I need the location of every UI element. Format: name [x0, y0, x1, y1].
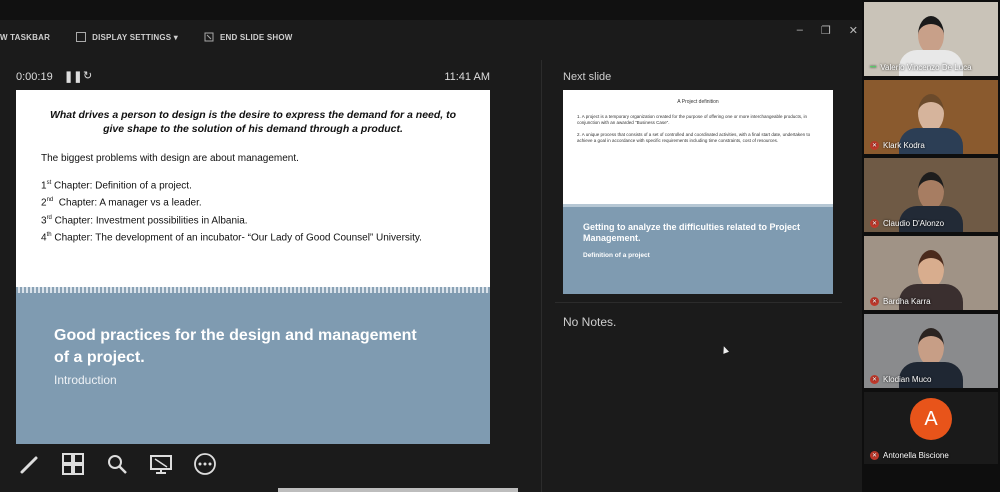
current-slide[interactable]: What drives a person to design is the de… — [16, 90, 490, 444]
clock: 11:41 AM — [444, 71, 490, 83]
timer-row: 0:00:19 ❚❚ ↻ 11:41 AM — [16, 68, 490, 86]
zoom-button[interactable] — [104, 451, 130, 477]
end-slide-show-button[interactable]: END SLIDE SHOW — [204, 32, 293, 42]
next-slide-title: A Project definition — [677, 99, 719, 105]
slide-title-band: Good practices for the design and manage… — [16, 287, 490, 444]
display-settings-button[interactable]: DISPLAY SETTINGS ▾ — [76, 32, 178, 42]
participant-name: ✕ Klodian Muco — [870, 375, 932, 384]
participant-name: ✕ Claudio D'Alonzo — [870, 219, 945, 228]
participants-panel: ••• Valerio Vincenzo De Luca ✕ Klark Kodra ✕… — [862, 0, 1000, 492]
end-slide-show-label: END SLIDE SHOW — [219, 32, 293, 42]
participant-name: ✕ Antonella Biscione — [870, 451, 949, 460]
chapter-item: 1st Chapter: Definition of a project. — [41, 180, 192, 192]
participant-tile-avatar[interactable]: A ✕ Antonella Biscione — [864, 392, 998, 464]
black-screen-button[interactable] — [148, 451, 174, 477]
slide-body: The biggest problems with design are abo… — [41, 152, 422, 245]
horizontal-scrollbar[interactable] — [278, 488, 518, 492]
mic-muted-icon: ✕ — [870, 141, 879, 150]
chapter-item: 2nd Chapter: A manager vs a leader. — [41, 197, 202, 209]
taskbar-label: W TASKBAR — [0, 32, 51, 42]
pause-icon[interactable]: ❚❚ — [64, 70, 82, 83]
more-options-button[interactable] — [192, 451, 218, 477]
notes-divider — [555, 302, 842, 303]
slide-intro: The biggest problems with design are abo… — [41, 153, 299, 164]
slide-title: Good practices for the design and manage… — [54, 327, 417, 366]
window-title-bar — [0, 0, 862, 20]
participant-tile[interactable]: ✕ Bardha Karra — [864, 236, 998, 310]
next-slide-item: 1. A project is a temporary organization… — [577, 114, 808, 125]
magnifier-icon — [108, 455, 127, 474]
avatar: A — [910, 398, 952, 440]
restart-timer-icon[interactable]: ↻ — [83, 69, 92, 82]
mic-muted-icon: ✕ — [870, 375, 879, 384]
close-icon[interactable]: ✕ — [849, 24, 858, 37]
participant-tile[interactable]: ••• Valerio Vincenzo De Luca — [864, 2, 998, 76]
display-settings-label: DISPLAY SETTINGS ▾ — [92, 32, 178, 42]
participant-tile[interactable]: ✕ Klark Kodra — [864, 80, 998, 154]
participant-name: ••• Valerio Vincenzo De Luca — [870, 63, 972, 72]
slide-subtitle: Introduction — [54, 373, 117, 387]
grid-slides-icon — [62, 453, 84, 475]
pen-icon — [20, 456, 38, 474]
next-slide-preview[interactable]: A Project definition 1. A project is a t… — [563, 90, 833, 294]
mic-muted-icon: ✕ — [870, 297, 879, 306]
monitor-icon — [150, 455, 172, 474]
end-show-icon — [204, 32, 214, 42]
more-icon — [194, 453, 216, 475]
slide-tools — [16, 451, 218, 477]
slide-quote: What drives a person to design is the de… — [49, 109, 457, 135]
participant-tile[interactable]: ✕ Claudio D'Alonzo — [864, 158, 998, 232]
pen-tool-button[interactable] — [16, 451, 42, 477]
restore-icon[interactable]: ❐ — [821, 24, 831, 37]
next-slide-band: Getting to analyze the difficulties rela… — [563, 204, 833, 294]
presenter-toolbar: W TASKBAR DISPLAY SETTINGS ▾ END SLIDE S… — [0, 24, 862, 50]
next-slide-label: Next slide — [563, 71, 612, 83]
speaking-indicator-icon: ••• — [870, 64, 877, 71]
chapter-list: 1st Chapter: Definition of a project. 2nd… — [41, 176, 422, 245]
pane-divider[interactable] — [541, 60, 542, 492]
mic-muted-icon: ✕ — [870, 219, 879, 228]
chapter-item: 3rd Chapter: Investment possibilities in… — [41, 214, 248, 226]
display-settings-icon — [76, 32, 87, 42]
mouse-cursor-icon — [720, 345, 730, 354]
next-slide-subheading: Definition of a project — [583, 252, 650, 259]
next-slide-list: 1. A project is a temporary organization… — [577, 114, 821, 150]
participant-tile[interactable]: ✕ Klodian Muco — [864, 314, 998, 388]
window-controls: – ❐ ✕ — [797, 24, 858, 37]
see-all-slides-button[interactable] — [60, 451, 86, 477]
participant-name: ✕ Klark Kodra — [870, 141, 925, 150]
chapter-item: 4th Chapter: The development of an incub… — [41, 231, 422, 244]
minimize-icon[interactable]: – — [797, 24, 803, 37]
next-slide-item: 2. A unique process that consists of a s… — [577, 132, 811, 143]
speaker-notes[interactable]: No Notes. — [563, 315, 616, 329]
show-taskbar-button[interactable]: W TASKBAR — [0, 33, 50, 42]
elapsed-timer: 0:00:19 — [16, 71, 53, 83]
mic-muted-icon: ✕ — [870, 451, 879, 460]
next-slide-heading: Getting to analyze the difficulties rela… — [583, 222, 801, 243]
participant-name: ✕ Bardha Karra — [870, 297, 931, 306]
